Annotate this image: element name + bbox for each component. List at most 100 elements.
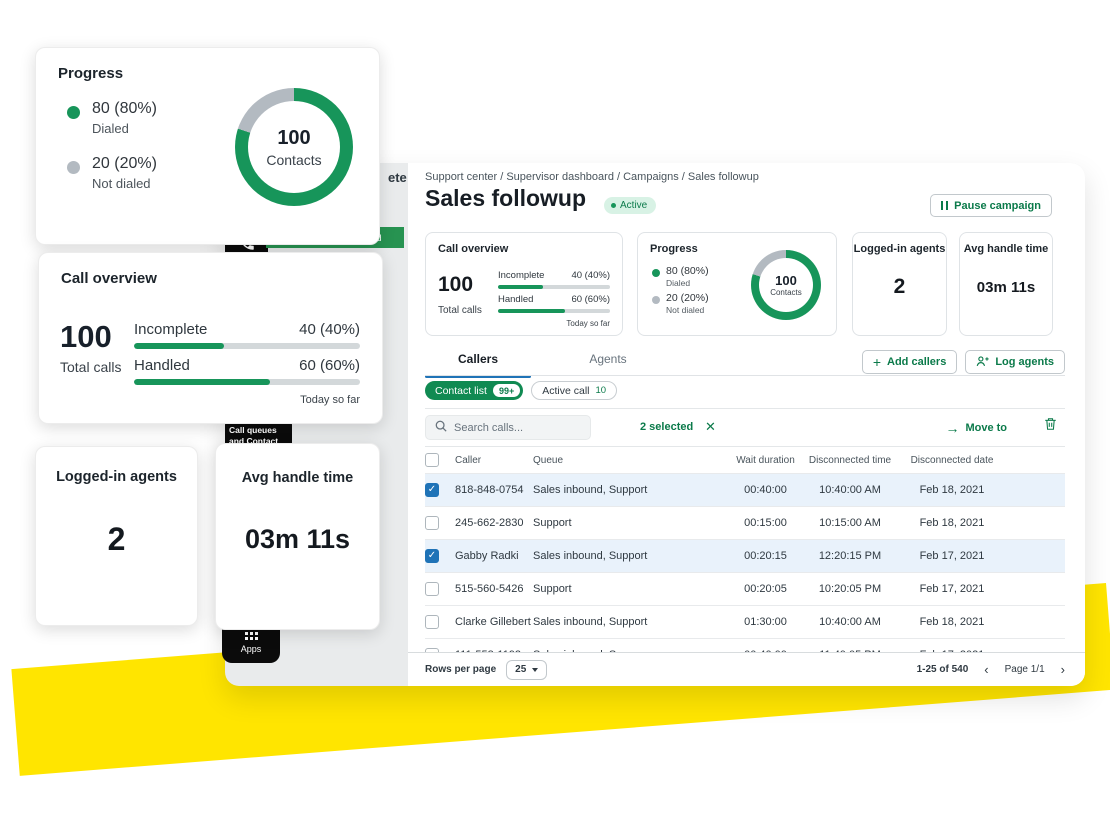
card-avg-handle-time: Avg handle time 03m 11s	[959, 232, 1053, 336]
log-agents-label: Log agents	[995, 356, 1054, 368]
pagination-page: Page 1/1	[1005, 664, 1045, 675]
floating-card-logged-in-agents: Logged-in agents 2	[35, 446, 198, 626]
column-header-disconnected-time[interactable]: Disconnected time	[798, 455, 902, 466]
pause-campaign-button[interactable]: Pause campaign	[930, 194, 1052, 217]
not-dialed-value: 20 (20%)	[92, 155, 157, 173]
table-row[interactable]: Gabby Radki Sales inbound, Support 00:20…	[425, 540, 1065, 573]
cell-disconnected-time: 10:20:05 PM	[798, 583, 902, 595]
tab-callers[interactable]: Callers	[425, 352, 531, 376]
logged-in-agents-value: 2	[36, 521, 197, 558]
card-footnote: Today so far	[566, 319, 610, 328]
row-checkbox[interactable]	[425, 549, 439, 563]
dashboard-panel: Support center / Supervisor dashboard / …	[408, 163, 1085, 686]
donut-center-label: Contacts	[266, 152, 321, 168]
dialed-value: 80 (80%)	[92, 100, 157, 118]
column-header-wait-duration[interactable]: Wait duration	[733, 455, 798, 466]
handled-bar	[498, 309, 610, 313]
status-badge: Active	[604, 197, 656, 214]
search-input[interactable]	[454, 422, 581, 434]
logged-in-agents-value: 2	[853, 275, 946, 299]
cell-queue: Sales inbound, Support	[533, 616, 733, 628]
add-callers-button[interactable]: + Add callers	[862, 350, 958, 374]
incomplete-value: 40 (40%)	[299, 321, 360, 338]
divider	[425, 408, 1065, 409]
page-title: Sales followup	[425, 185, 586, 212]
column-header-disconnected-date[interactable]: Disconnected date	[902, 455, 1002, 466]
table-row[interactable]: 245-662-2830 Support 00:15:00 10:15:00 A…	[425, 507, 1065, 540]
cell-wait-duration: 00:15:00	[733, 517, 798, 529]
card-title: Logged-in agents	[853, 243, 946, 255]
move-to-button[interactable]: → Move to	[945, 420, 1007, 436]
delete-icon[interactable]	[1044, 417, 1057, 436]
avg-handle-time-value: 03m 11s	[216, 524, 379, 555]
cell-disconnected-date: Feb 17, 2021	[902, 583, 1002, 595]
cell-wait-duration: 00:20:15	[733, 550, 798, 562]
total-calls-label: Total calls	[60, 359, 121, 375]
cell-queue: Support	[533, 583, 733, 595]
column-header-queue[interactable]: Queue	[533, 455, 733, 466]
cell-queue: Sales inbound, Support	[533, 550, 733, 562]
tab-agents[interactable]: Agents	[558, 352, 658, 376]
clear-selection-icon[interactable]: ✕	[705, 419, 716, 435]
select-all-checkbox[interactable]	[425, 453, 439, 467]
table-row[interactable]: 818-848-0754 Sales inbound, Support 00:4…	[425, 474, 1065, 507]
row-checkbox[interactable]	[425, 516, 439, 530]
rows-per-page-select[interactable]: 25	[506, 660, 547, 680]
card-progress: Progress 80 (80%) Dialed 20 (20%) Not di…	[637, 232, 837, 336]
row-checkbox[interactable]	[425, 483, 439, 497]
previous-page-icon[interactable]: ‹	[984, 662, 988, 677]
log-agents-button[interactable]: Log agents	[965, 350, 1065, 374]
dialed-label: Dialed	[666, 278, 690, 288]
pause-campaign-label: Pause campaign	[954, 200, 1041, 212]
card-title: Call overview	[61, 270, 157, 287]
column-header-caller[interactable]: Caller	[455, 455, 533, 466]
dialed-label: Dialed	[92, 121, 157, 136]
next-page-icon[interactable]: ›	[1061, 662, 1065, 677]
cell-caller: Gabby Radki	[455, 550, 533, 562]
filter-pill-active-call[interactable]: Active call 10	[531, 381, 617, 400]
table-row[interactable]: 515-560-5426 Support 00:20:05 10:20:05 P…	[425, 573, 1065, 606]
table-row[interactable]: Clarke Gillebert Sales inbound, Support …	[425, 606, 1065, 639]
filter-pill-contact-list[interactable]: Contact list 99+	[425, 381, 523, 400]
floating-card-avg-handle-time: Avg handle time 03m 11s	[215, 443, 380, 630]
search-calls-box	[425, 415, 591, 440]
table-row[interactable]: 111-558-1192 Sales inbound, S 00:40:00 1…	[425, 639, 1065, 652]
table-footer: Rows per page 25 1-25 of 540 ‹ Page 1/1 …	[408, 652, 1085, 686]
incomplete-bar	[498, 285, 610, 289]
selection-count: 2 selected	[640, 421, 693, 433]
row-checkbox[interactable]	[425, 615, 439, 629]
incomplete-label: Incomplete	[498, 270, 544, 281]
cell-queue: Support	[533, 517, 733, 529]
donut-center-value: 100	[277, 127, 310, 150]
row-checkbox[interactable]	[425, 582, 439, 596]
handled-bar	[134, 379, 360, 385]
rows-per-page-label: Rows per page	[425, 664, 496, 675]
cell-caller: 818-848-0754	[455, 484, 533, 496]
breadcrumb[interactable]: Support center / Supervisor dashboard / …	[425, 171, 759, 183]
handled-label: Handled	[498, 294, 533, 305]
add-callers-label: Add callers	[887, 356, 946, 368]
status-dot-icon	[611, 203, 616, 208]
card-title: Logged-in agents	[36, 469, 197, 485]
card-title: Call overview	[438, 243, 508, 255]
cell-disconnected-time: 10:15:00 AM	[798, 517, 902, 529]
plus-icon: +	[873, 355, 881, 369]
cell-disconnected-date: Feb 18, 2021	[902, 616, 1002, 628]
not-dialed-dot-icon	[67, 161, 80, 174]
move-to-label: Move to	[965, 422, 1007, 434]
table-header-row: Caller Queue Wait duration Disconnected …	[425, 447, 1065, 474]
card-footnote: Today so far	[300, 394, 360, 406]
card-title: Avg handle time	[960, 243, 1052, 255]
donut-center-value: 100	[775, 273, 797, 288]
not-dialed-dot-icon	[652, 296, 660, 304]
total-calls-label: Total calls	[438, 305, 482, 316]
total-calls-value: 100	[60, 319, 112, 355]
incomplete-label: Incomplete	[134, 321, 207, 338]
total-calls-value: 100	[438, 273, 473, 297]
rows-per-page-value: 25	[515, 664, 526, 675]
cell-disconnected-time: 10:40:00 AM	[798, 616, 902, 628]
handled-label: Handled	[134, 357, 190, 374]
pause-icon	[941, 201, 948, 210]
active-call-count-badge: 10	[595, 385, 606, 396]
dialed-value: 80 (80%)	[666, 265, 709, 277]
